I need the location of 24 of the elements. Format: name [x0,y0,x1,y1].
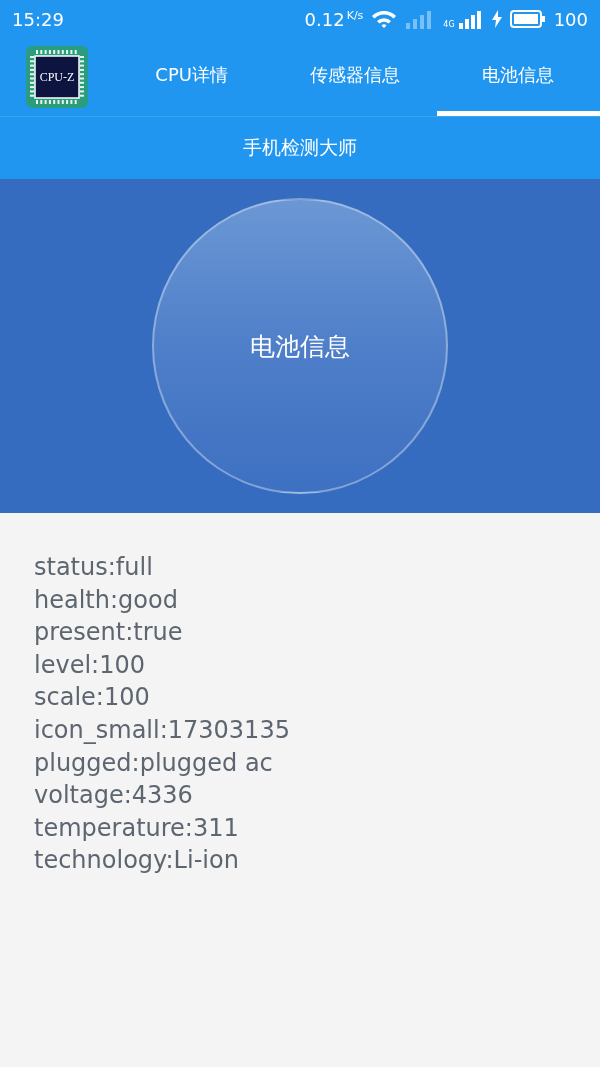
status-time: 15:29 [12,8,64,30]
battery-info-line: status:full [34,552,154,583]
network-speed: 0.12 [304,8,345,30]
wifi-icon [371,9,398,29]
battery-info-line: present:true [34,617,184,649]
speed-unit: K/s [346,8,364,22]
battery-info-line: health:good [34,584,179,616]
network-type: 4G [443,20,455,29]
battery-icon [509,9,546,29]
app-logo: CPU-Z [26,46,88,108]
battery-info-line: temperature:311 [34,812,240,844]
battery-circle-button[interactable]: 电池信息 [152,198,448,494]
signal-icon [457,9,484,29]
tab[interactable]: 传感器信息 [273,38,437,116]
tab[interactable]: CPU详情 [110,38,274,116]
tab[interactable]: 电池信息 [436,38,600,116]
battery-info-line: voltage:4336 [34,780,194,812]
battery-info-line: level:100 [34,649,146,681]
app-subtitle: 手机检测大师 [243,135,357,160]
battery-info-line: scale:100 [34,682,151,714]
battery-info-line: technology:Li-ion [34,845,240,877]
battery-info-line: plugged:plugged ac [34,747,274,779]
battery-info-line: icon_small:17303135 [34,714,291,746]
battery-percent: 100 [553,8,588,30]
